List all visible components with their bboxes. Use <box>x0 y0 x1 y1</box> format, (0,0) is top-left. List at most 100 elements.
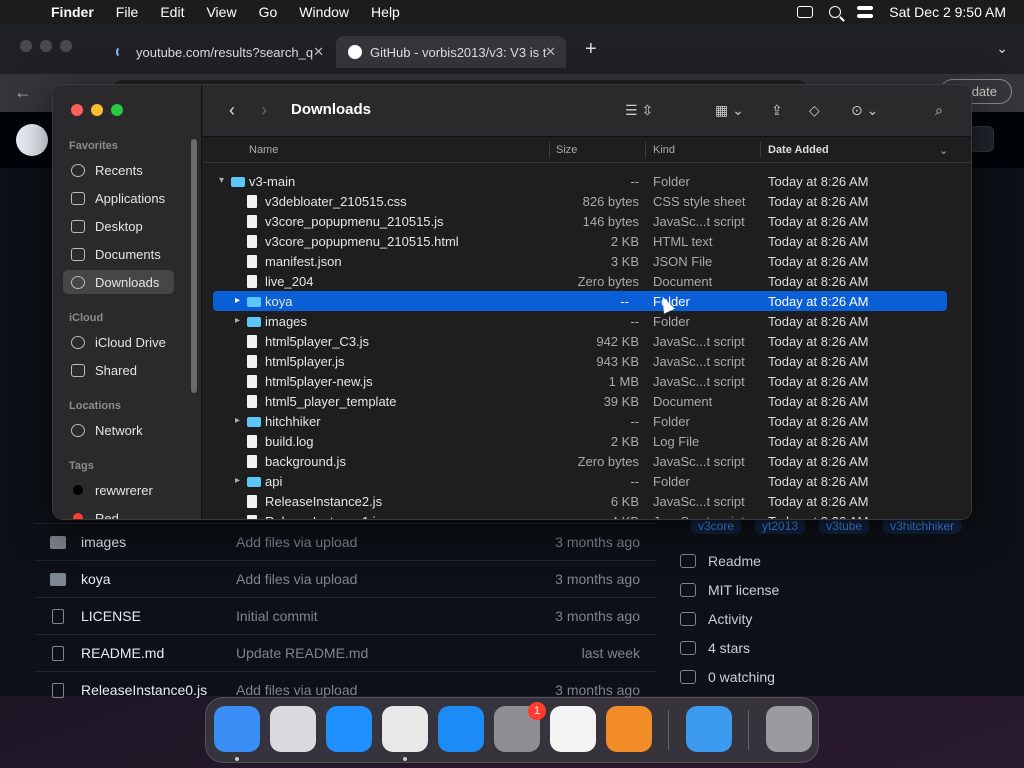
topic-tag[interactable]: v3core <box>690 518 743 534</box>
list-item[interactable]: ReleaseInstance1.js 4 KB JavaSc...t script… <box>203 511 947 519</box>
menu-window[interactable]: Window <box>288 4 360 20</box>
app-store-icon[interactable] <box>438 706 484 752</box>
sidebar-item-downloads[interactable]: Downloads <box>63 270 174 294</box>
tab-github[interactable]: GitHub - vorbis2013/v3: V3 is t ✕ <box>336 36 566 68</box>
list-item[interactable]: ▾ v3-main -- Folder Today at 8:26 AM <box>203 171 947 191</box>
chrome-icon[interactable] <box>382 706 428 752</box>
share-icon[interactable]: ⇪ <box>771 102 783 119</box>
disclosure-collapsed-icon[interactable]: ▸ <box>235 315 240 326</box>
commit-message[interactable]: Add files via upload <box>236 682 526 698</box>
menu-go[interactable]: Go <box>248 4 289 20</box>
github-logo-icon[interactable] <box>16 124 48 156</box>
table-row[interactable]: LICENSE Initial commit 3 months ago <box>34 597 656 634</box>
disclosure-collapsed-icon[interactable]: ▸ <box>235 415 240 426</box>
sidebar-scrollbar[interactable] <box>191 139 197 393</box>
new-tab-button[interactable]: + <box>585 38 597 61</box>
readme-link[interactable]: Readme <box>680 546 1000 575</box>
safari-icon[interactable] <box>326 706 372 752</box>
minimize-window-button[interactable] <box>91 104 103 116</box>
list-item[interactable]: html5player.js 943 KB JavaSc...t script Tod… <box>203 351 947 371</box>
sort-chevron-icon[interactable]: ⌄ <box>939 144 948 157</box>
commit-message[interactable]: Initial commit <box>236 608 526 624</box>
menu-clock[interactable]: Sat Dec 2 9:50 AM <box>889 4 1006 20</box>
list-item[interactable]: ▸ api -- Folder Today at 8:26 AM <box>203 471 947 491</box>
list-item[interactable]: ▸ koya -- Folder Today at 8:26 AM <box>213 291 947 311</box>
finder-icon[interactable] <box>214 706 260 752</box>
group-view-icon[interactable]: ▦ ⌄ <box>715 102 744 119</box>
forward-chevron-icon[interactable]: › <box>261 100 267 121</box>
list-item[interactable]: ▸ hitchhiker -- Folder Today at 8:26 AM <box>203 411 947 431</box>
list-item[interactable]: html5player_C3.js 942 KB JavaSc...t script… <box>203 331 947 351</box>
activity-link[interactable]: Activity <box>680 604 1000 633</box>
more-actions-icon[interactable]: ⊙ ⌄ <box>851 102 878 119</box>
sidebar-item-documents[interactable]: Documents <box>63 242 174 266</box>
screen-mirroring-icon[interactable] <box>797 6 814 18</box>
launchpad-icon[interactable] <box>270 706 316 752</box>
license-link[interactable]: MIT license <box>680 575 1000 604</box>
tab-search-chevron-icon[interactable]: ⌄ <box>996 40 1008 57</box>
commit-message[interactable]: Update README.md <box>236 645 526 661</box>
menu-file[interactable]: File <box>105 4 150 20</box>
file-name[interactable]: README.md <box>81 645 236 661</box>
list-item[interactable]: html5player-new.js 1 MB JavaSc...t script T… <box>203 371 947 391</box>
topic-tag[interactable]: yt2013 <box>754 518 807 534</box>
sidebar-tag-rewwrerer[interactable]: rewwrerer <box>63 478 174 502</box>
sidebar-item-desktop[interactable]: Desktop <box>63 214 174 238</box>
file-name[interactable]: LICENSE <box>81 608 236 624</box>
trash-icon[interactable] <box>766 706 812 752</box>
garageband-icon[interactable] <box>606 706 652 752</box>
menu-edit[interactable]: Edit <box>149 4 195 20</box>
column-date-added[interactable]: Date Added <box>768 144 829 156</box>
topic-tag[interactable]: v3tube <box>818 518 871 534</box>
tag-icon[interactable]: ◇ <box>809 102 820 119</box>
topic-tag[interactable]: v3hitchhiker <box>882 518 963 534</box>
list-item[interactable]: html5_player_template 39 KB Document Today … <box>203 391 947 411</box>
commit-message[interactable]: Add files via upload <box>236 534 526 550</box>
list-item[interactable]: ReleaseInstance2.js 6 KB JavaSc...t script… <box>203 491 947 511</box>
sidebar-item-icloud-drive[interactable]: iCloud Drive <box>63 330 174 354</box>
sidebar-item-recents[interactable]: Recents <box>63 158 174 182</box>
menu-app-finder[interactable]: Finder <box>40 4 105 20</box>
file-name[interactable]: ReleaseInstance0.js <box>81 682 236 698</box>
search-icon[interactable]: ⌕ <box>935 102 943 119</box>
sidebar-item-applications[interactable]: Applications <box>63 186 174 210</box>
list-item[interactable]: background.js Zero bytes JavaSc...t script… <box>203 451 947 471</box>
menu-help[interactable]: Help <box>360 4 411 20</box>
zoom-window-button[interactable] <box>111 104 123 116</box>
close-tab-icon[interactable]: ✕ <box>313 44 324 60</box>
file-name[interactable]: koya <box>81 571 236 587</box>
commit-message[interactable]: Add files via upload <box>236 571 526 587</box>
stars-link[interactable]: 4 stars <box>680 633 1000 662</box>
spotlight-search-icon[interactable] <box>829 6 842 18</box>
back-chevron-icon[interactable]: ‹ <box>229 100 235 121</box>
table-row[interactable]: images Add files via upload 3 months ago <box>34 523 656 560</box>
close-tab-icon[interactable]: ✕ <box>545 44 556 60</box>
watching-link[interactable]: 0 watching <box>680 662 1000 691</box>
file-name[interactable]: images <box>81 534 236 550</box>
list-item[interactable]: live_204 Zero bytes Document Today at 8:26 … <box>203 271 947 291</box>
column-name[interactable]: Name <box>249 144 278 156</box>
disclosure-collapsed-icon[interactable]: ▸ <box>235 295 240 306</box>
tab-youtube[interactable]: youtube.com/results?search_q ✕ <box>104 36 334 68</box>
table-row[interactable]: koya Add files via upload 3 months ago <box>34 560 656 597</box>
disclosure-collapsed-icon[interactable]: ▸ <box>235 475 240 486</box>
close-window-button[interactable] <box>71 104 83 116</box>
menu-view[interactable]: View <box>195 4 247 20</box>
list-view-icon[interactable]: ☰ ⇳ <box>625 102 653 119</box>
sidebar-item-network[interactable]: Network <box>63 418 174 442</box>
column-kind[interactable]: Kind <box>653 144 675 156</box>
list-item[interactable]: ▸ images -- Folder Today at 8:26 AM <box>203 311 947 331</box>
back-arrow-icon[interactable]: ← <box>14 82 32 103</box>
weather-icon[interactable] <box>686 706 732 752</box>
sidebar-tag-red[interactable]: Red <box>63 506 174 519</box>
list-item[interactable]: v3core_popupmenu_210515.js 146 bytes JavaS… <box>203 211 947 231</box>
list-item[interactable]: manifest.json 3 KB JSON File Today at 8:26 … <box>203 251 947 271</box>
textedit-icon[interactable] <box>550 706 596 752</box>
list-item[interactable]: build.log 2 KB Log File Today at 8:26 AM <box>203 431 947 451</box>
sidebar-item-shared[interactable]: Shared <box>63 358 174 382</box>
list-item[interactable]: v3debloater_210515.css 826 bytes CSS style… <box>203 191 947 211</box>
control-center-icon[interactable] <box>857 6 874 18</box>
table-row[interactable]: README.md Update README.md last week <box>34 634 656 671</box>
column-size[interactable]: Size <box>556 144 577 156</box>
disclosure-expanded-icon[interactable]: ▾ <box>219 175 224 186</box>
